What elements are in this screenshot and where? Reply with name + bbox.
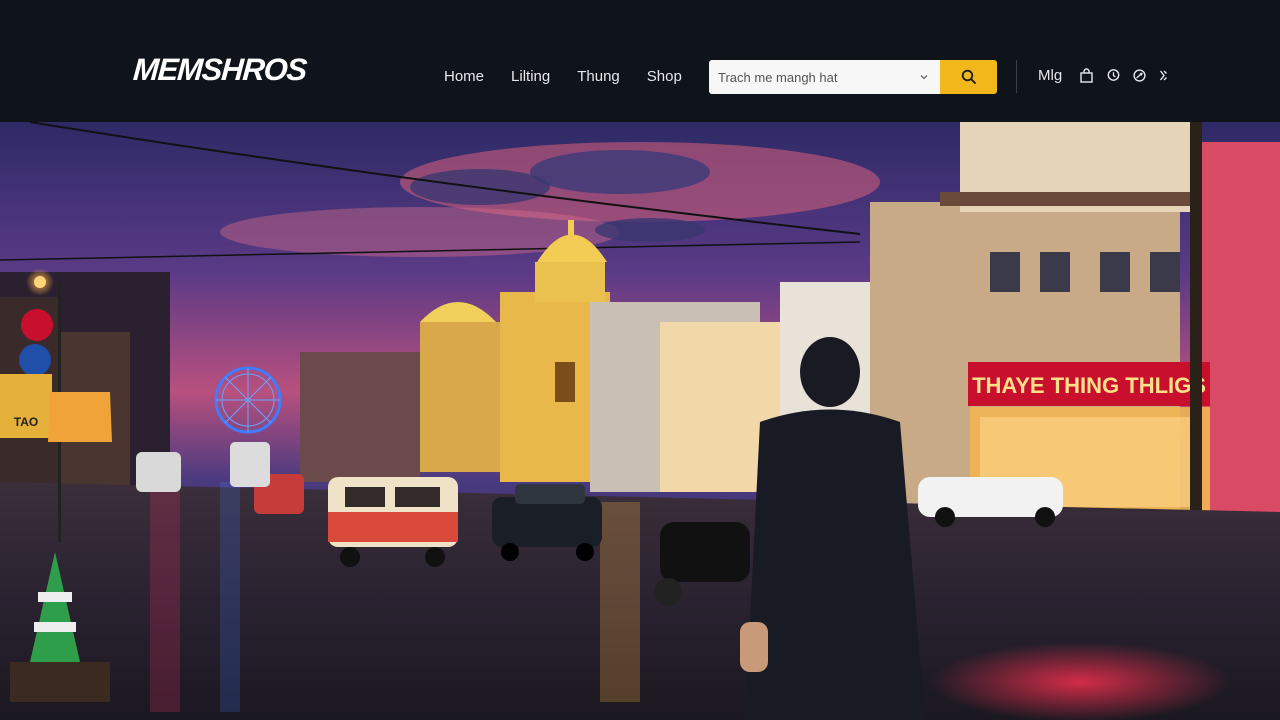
night-street-scene: THAYE THING THLIGS TAO bbox=[0, 122, 1280, 720]
header-divider bbox=[1016, 60, 1017, 93]
nav-item-lilting[interactable]: Lilting bbox=[511, 68, 550, 85]
nav-item-shop[interactable]: Shop bbox=[647, 68, 682, 85]
search-bar bbox=[709, 60, 997, 94]
nav-item-thung[interactable]: Thung bbox=[577, 68, 620, 85]
brand-logo[interactable]: MEMSHROS bbox=[132, 52, 307, 92]
search-icon bbox=[961, 69, 976, 84]
search-field-container bbox=[709, 60, 940, 94]
left-sign-text: TAO bbox=[14, 415, 38, 429]
ferris-wheel bbox=[214, 366, 282, 434]
hero-banner-image: THAYE THING THLIGS TAO bbox=[0, 122, 1280, 720]
main-nav: Home Lilting Thung Shop bbox=[444, 66, 709, 86]
nav-item-home[interactable]: Home bbox=[444, 68, 484, 85]
search-button[interactable] bbox=[940, 60, 997, 94]
currency-icon[interactable] bbox=[1155, 67, 1171, 83]
globe-icon[interactable] bbox=[1131, 67, 1147, 83]
bag-icon[interactable] bbox=[1078, 67, 1094, 83]
search-input[interactable] bbox=[718, 69, 908, 85]
shop-sign-text: THAYE THING THLIGS bbox=[972, 373, 1206, 398]
top-navigation-bar: MEMSHROS Home Lilting Thung Shop Mlg bbox=[0, 0, 1280, 122]
location-icon[interactable] bbox=[1105, 67, 1121, 83]
account-link[interactable]: Mlg bbox=[1038, 67, 1062, 84]
chevron-down-icon[interactable] bbox=[918, 71, 930, 83]
